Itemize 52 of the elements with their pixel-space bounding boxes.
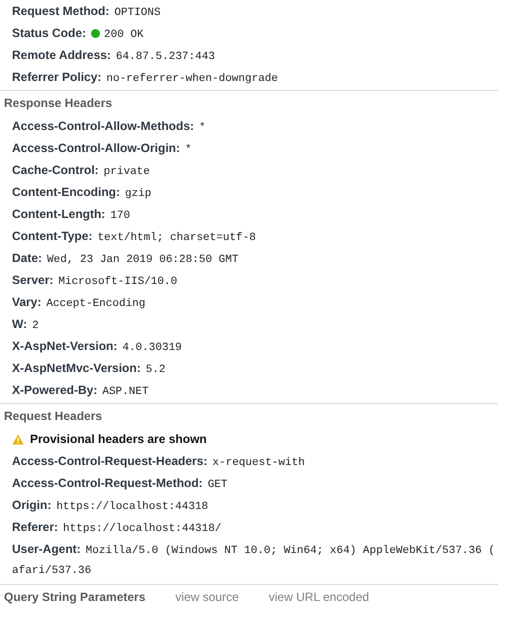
header-value: gzip xyxy=(124,187,152,202)
header-value: x-request-with xyxy=(212,456,305,471)
header-name: Referrer Policy: xyxy=(12,69,102,86)
header-value: 4.0.30319 xyxy=(122,341,182,356)
header-name: W: xyxy=(12,316,28,333)
header-value: Microsoft-IIS/10.0 xyxy=(58,275,178,290)
header-name: X-AspNet-Version: xyxy=(12,338,118,355)
header-name: Referer: xyxy=(12,519,58,536)
header-name: Access-Control-Request-Method: xyxy=(12,475,203,492)
header-name: X-AspNetMvc-Version: xyxy=(12,360,141,377)
header-value: 2 xyxy=(32,319,39,334)
header-value: no-referrer-when-downgrade xyxy=(106,72,278,87)
header-name: Access-Control-Request-Headers: xyxy=(12,453,208,470)
header-value: * xyxy=(199,121,206,136)
header-name: Access-Control-Allow-Origin: xyxy=(12,140,180,157)
header-value: Mozilla/5.0 (Windows NT 10.0; Win64; x64) AppleWebKit/537.36 ( xyxy=(86,544,495,559)
header-name: Access-Control-Allow-Methods: xyxy=(12,118,194,135)
header-name: Cache-Control: xyxy=(12,162,99,179)
header-name: Vary: xyxy=(12,294,42,311)
header-value: * xyxy=(185,143,192,158)
header-value: 5.2 xyxy=(146,363,166,378)
view-link[interactable]: view source xyxy=(175,590,239,604)
header-name: Content-Type: xyxy=(12,228,92,245)
header-name: Server: xyxy=(12,272,54,289)
section-title[interactable]: Request Headers xyxy=(4,409,102,423)
header-value: private xyxy=(104,165,150,180)
header-name: Status Code: xyxy=(12,25,86,42)
header-value: https://localhost:44318 xyxy=(56,500,208,515)
section-title[interactable]: Response Headers xyxy=(4,96,112,110)
warning-message: Provisional headers are shown xyxy=(30,431,207,448)
header-value: afari/537.36 xyxy=(12,564,92,579)
view-link[interactable]: view URL encoded xyxy=(268,590,370,604)
header-value: text/html; charset=utf-8 xyxy=(97,231,256,246)
header-name: Date: xyxy=(12,250,42,267)
header-name: Request Method: xyxy=(12,3,110,20)
header-name: Origin: xyxy=(12,497,52,514)
header-name: Remote Address: xyxy=(12,47,111,64)
header-value: 200 OK xyxy=(104,28,144,43)
header-name: Content-Encoding: xyxy=(12,184,120,201)
header-value: OPTIONS xyxy=(114,6,161,21)
header-value: Accept-Encoding xyxy=(46,297,146,312)
header-value: https://localhost:44318/ xyxy=(63,522,222,537)
header-value: GET xyxy=(208,478,228,493)
header-name: Content-Length: xyxy=(12,206,106,223)
header-value: 64.87.5.237:443 xyxy=(116,50,215,65)
header-name: User-Agent: xyxy=(12,541,81,558)
header-name: X-Powered-By: xyxy=(12,382,98,399)
section-title[interactable]: Query String Parameters xyxy=(4,590,146,604)
header-value: Wed, 23 Jan 2019 06:28:50 GMT xyxy=(47,253,238,268)
header-value: 170 xyxy=(110,209,130,224)
header-value: ASP.NET xyxy=(102,385,149,400)
warning-icon xyxy=(12,434,24,444)
